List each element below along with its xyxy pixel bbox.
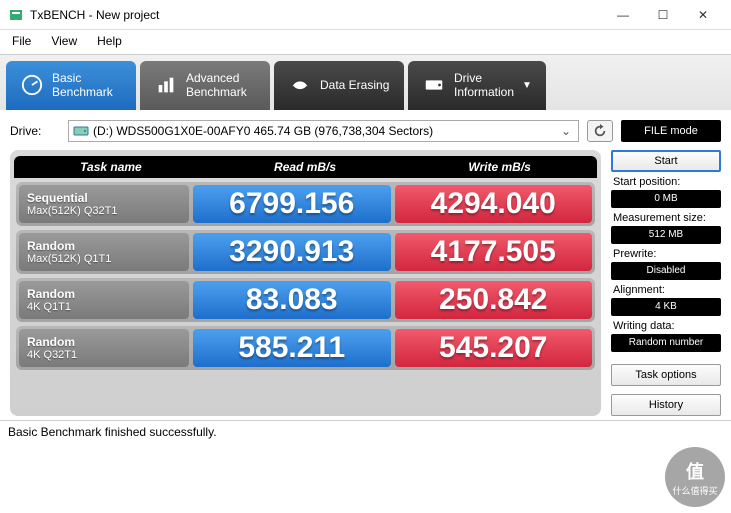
tab-label: Basic Benchmark (52, 71, 113, 100)
writing-data-label: Writing data: (611, 318, 721, 332)
refresh-button[interactable] (587, 120, 613, 142)
drive-icon (422, 73, 446, 97)
chevron-down-icon: ⌄ (558, 124, 574, 138)
window-title: TxBENCH - New project (30, 8, 603, 22)
tab-label: Advanced Benchmark (186, 71, 247, 100)
benchmark-row: SequentialMax(512K) Q32T16799.1564294.04… (16, 182, 595, 226)
task-title: Random (27, 239, 181, 253)
task-sub: Max(512K) Q1T1 (27, 253, 181, 265)
drive-label: Drive: (10, 124, 60, 138)
measurement-size-value[interactable]: 512 MB (611, 226, 721, 244)
speedometer-icon (20, 73, 44, 97)
main-tabs: Basic Benchmark Advanced Benchmark Data … (0, 54, 731, 110)
task-cell[interactable]: Random4K Q1T1 (19, 281, 189, 319)
start-position-label: Start position: (611, 174, 721, 188)
task-sub: 4K Q32T1 (27, 349, 181, 361)
read-value: 585.211 (193, 329, 391, 367)
header-read: Read mB/s (274, 160, 336, 174)
header-write: Write mB/s (468, 160, 530, 174)
alignment-value[interactable]: 4 KB (611, 298, 721, 316)
tab-label: Drive Information (454, 71, 514, 100)
header-task: Task name (80, 160, 142, 174)
benchmark-row: Random4K Q32T1585.211545.207 (16, 326, 595, 370)
tab-basic-benchmark[interactable]: Basic Benchmark (6, 61, 136, 110)
read-value: 83.083 (193, 281, 391, 319)
task-cell[interactable]: Random4K Q32T1 (19, 329, 189, 367)
task-sub: 4K Q1T1 (27, 301, 181, 313)
drive-text: (D:) WDS500G1X0E-00AFY0 465.74 GB (976,7… (93, 124, 558, 138)
minimize-button[interactable]: — (603, 1, 643, 29)
watermark: 值 什么值得买 (665, 447, 725, 507)
drive-row: Drive: (D:) WDS500G1X0E-00AFY0 465.74 GB… (0, 110, 731, 150)
task-cell[interactable]: SequentialMax(512K) Q32T1 (19, 185, 189, 223)
erase-icon (288, 73, 312, 97)
menu-view[interactable]: View (47, 32, 81, 50)
drive-select[interactable]: (D:) WDS500G1X0E-00AFY0 465.74 GB (976,7… (68, 120, 579, 142)
tab-label: Data Erasing (320, 78, 389, 92)
task-title: Random (27, 287, 181, 301)
chart-icon (154, 73, 178, 97)
read-value: 3290.913 (193, 233, 391, 271)
maximize-button[interactable]: ☐ (643, 1, 683, 29)
writing-data-value[interactable]: Random number (611, 334, 721, 352)
history-button[interactable]: History (611, 394, 721, 416)
menubar: File View Help (0, 30, 731, 54)
write-value: 4294.040 (395, 185, 593, 223)
file-mode-button[interactable]: FILE mode (621, 120, 721, 142)
refresh-icon (593, 124, 607, 138)
chevron-down-icon[interactable]: ▼ (522, 80, 532, 91)
tab-data-erasing[interactable]: Data Erasing (274, 61, 404, 110)
task-cell[interactable]: RandomMax(512K) Q1T1 (19, 233, 189, 271)
alignment-label: Alignment: (611, 282, 721, 296)
status-bar: Basic Benchmark finished successfully. (0, 420, 731, 443)
close-button[interactable]: ✕ (683, 1, 723, 29)
side-panel: Start Start position: 0 MB Measurement s… (611, 150, 721, 416)
tab-drive-information[interactable]: Drive Information ▼ (408, 61, 546, 110)
task-title: Sequential (27, 191, 181, 205)
write-value: 4177.505 (395, 233, 593, 271)
write-value: 545.207 (395, 329, 593, 367)
measurement-size-label: Measurement size: (611, 210, 721, 224)
benchmark-panel: Task name Read mB/s Write mB/s Sequentia… (10, 150, 601, 416)
menu-file[interactable]: File (8, 32, 35, 50)
start-button[interactable]: Start (611, 150, 721, 172)
benchmark-row: Random4K Q1T183.083250.842 (16, 278, 595, 322)
prewrite-value[interactable]: Disabled (611, 262, 721, 280)
disk-icon (73, 123, 89, 139)
read-value: 6799.156 (193, 185, 391, 223)
prewrite-label: Prewrite: (611, 246, 721, 260)
task-title: Random (27, 335, 181, 349)
tab-advanced-benchmark[interactable]: Advanced Benchmark (140, 61, 270, 110)
menu-help[interactable]: Help (93, 32, 126, 50)
task-sub: Max(512K) Q32T1 (27, 205, 181, 217)
app-icon (8, 7, 24, 23)
write-value: 250.842 (395, 281, 593, 319)
task-options-button[interactable]: Task options (611, 364, 721, 386)
titlebar: TxBENCH - New project — ☐ ✕ (0, 0, 731, 30)
benchmark-headers: Task name Read mB/s Write mB/s (14, 156, 597, 178)
start-position-value[interactable]: 0 MB (611, 190, 721, 208)
benchmark-row: RandomMax(512K) Q1T13290.9134177.505 (16, 230, 595, 274)
